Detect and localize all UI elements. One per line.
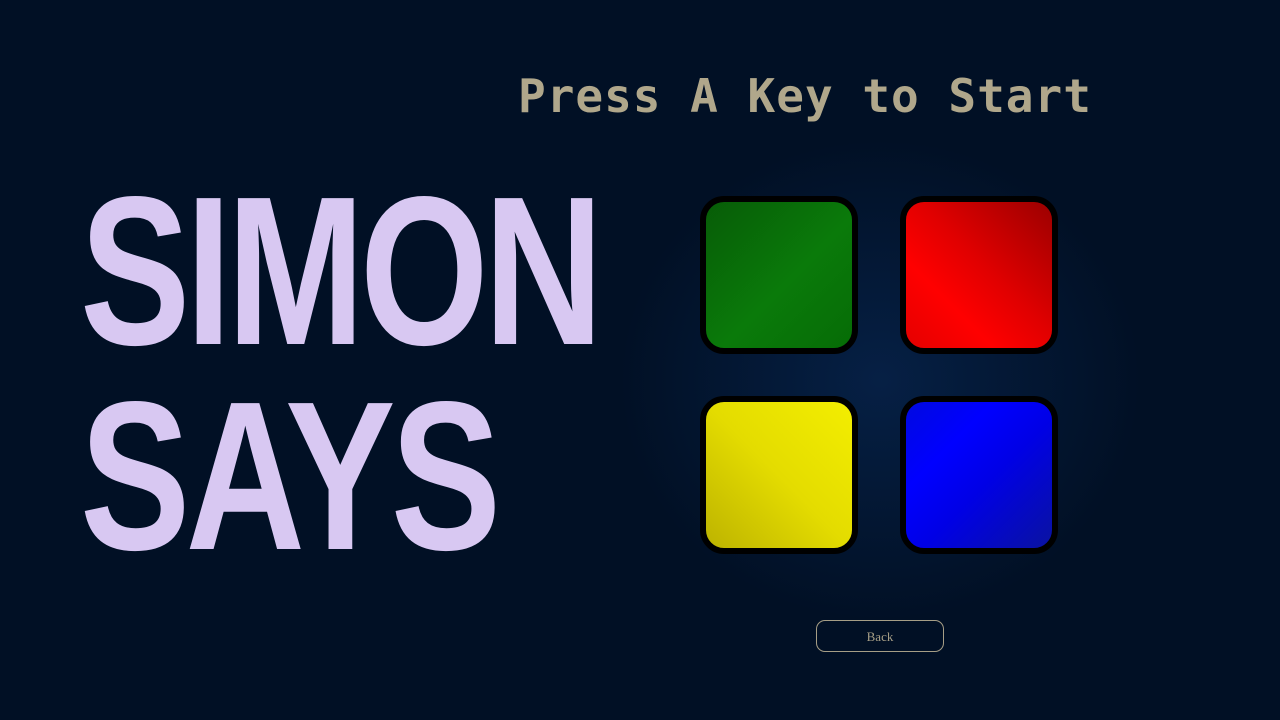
game-title-line-1: SIMON xyxy=(80,152,603,389)
yellow-pad[interactable] xyxy=(700,396,858,554)
back-button[interactable]: Back xyxy=(816,620,944,652)
green-pad[interactable] xyxy=(700,196,858,354)
blue-pad[interactable] xyxy=(900,396,1058,554)
game-title: SIMON SAYS xyxy=(80,152,603,594)
game-title-line-2: SAYS xyxy=(80,357,501,594)
level-title: Press A Key to Start xyxy=(518,69,1092,123)
game-screen: Press A Key to Start SIMON SAYS Back xyxy=(0,0,1280,720)
red-pad[interactable] xyxy=(900,196,1058,354)
